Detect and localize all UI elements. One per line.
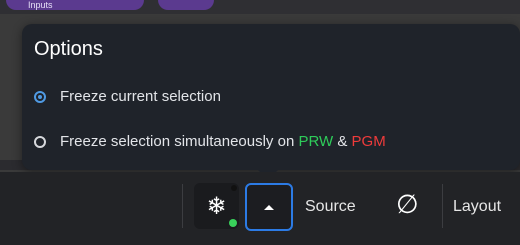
layout-label[interactable]: Layout xyxy=(453,198,501,216)
freeze-button[interactable]: ❄ xyxy=(194,183,239,229)
option-freeze-simultaneously[interactable]: Freeze selection simultaneously on PRW &… xyxy=(34,133,386,150)
popover-title: Options xyxy=(34,38,103,60)
option-label: Freeze current selection xyxy=(60,88,221,105)
background-top-strip: Inputs xyxy=(0,0,520,14)
background-tab-chip-secondary xyxy=(158,0,214,10)
status-dot-active xyxy=(229,219,237,227)
pgm-label: PGM xyxy=(351,133,386,150)
options-popover: Options Freeze current selection Freeze … xyxy=(22,24,520,170)
toolbar-separator xyxy=(182,184,183,228)
option-freeze-current-selection[interactable]: Freeze current selection xyxy=(34,88,221,105)
source-label[interactable]: Source xyxy=(305,198,356,216)
background-tab-chip-label: Inputs xyxy=(28,0,53,10)
radio-selected-icon[interactable] xyxy=(34,90,46,103)
freeze-options-toggle-button[interactable] xyxy=(245,183,293,231)
caret-up-icon xyxy=(264,204,274,210)
radio-unselected-icon[interactable] xyxy=(34,135,46,148)
prw-label: PRW xyxy=(298,133,334,150)
toolbar-separator xyxy=(442,184,443,228)
option-label-prefix: Freeze selection simultaneously on xyxy=(60,133,299,150)
status-dot-dark xyxy=(231,185,237,191)
empty-set-icon[interactable]: ∅ xyxy=(396,191,419,217)
background-tab-chip: Inputs xyxy=(6,0,214,10)
ampersand-label: & xyxy=(333,133,352,150)
snowflake-icon: ❄ xyxy=(206,192,227,220)
option-label: Freeze selection simultaneously on PRW &… xyxy=(60,133,386,150)
